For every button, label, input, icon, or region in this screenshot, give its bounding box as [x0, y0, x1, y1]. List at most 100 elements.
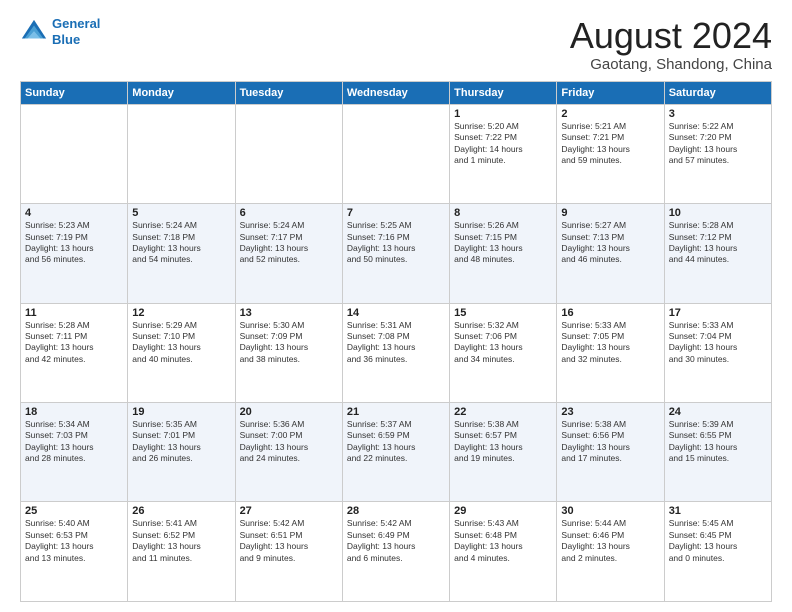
day-cell — [21, 104, 128, 203]
day-info: Sunrise: 5:45 AM Sunset: 6:45 PM Dayligh… — [669, 518, 767, 564]
col-header-monday: Monday — [128, 81, 235, 104]
day-info: Sunrise: 5:21 AM Sunset: 7:21 PM Dayligh… — [561, 121, 659, 167]
week-row-5: 25Sunrise: 5:40 AM Sunset: 6:53 PM Dayli… — [21, 502, 772, 602]
day-number: 28 — [347, 505, 445, 517]
day-number: 16 — [561, 307, 659, 319]
col-header-wednesday: Wednesday — [342, 81, 449, 104]
logo-text: General Blue — [52, 16, 100, 47]
day-cell: 28Sunrise: 5:42 AM Sunset: 6:49 PM Dayli… — [342, 502, 449, 602]
day-info: Sunrise: 5:40 AM Sunset: 6:53 PM Dayligh… — [25, 518, 123, 564]
day-number: 18 — [25, 406, 123, 418]
day-number: 30 — [561, 505, 659, 517]
day-info: Sunrise: 5:24 AM Sunset: 7:18 PM Dayligh… — [132, 220, 230, 266]
week-row-1: 1Sunrise: 5:20 AM Sunset: 7:22 PM Daylig… — [21, 104, 772, 203]
day-number: 10 — [669, 207, 767, 219]
col-header-sunday: Sunday — [21, 81, 128, 104]
day-info: Sunrise: 5:38 AM Sunset: 6:57 PM Dayligh… — [454, 419, 552, 465]
day-cell: 23Sunrise: 5:38 AM Sunset: 6:56 PM Dayli… — [557, 403, 664, 502]
day-cell: 12Sunrise: 5:29 AM Sunset: 7:10 PM Dayli… — [128, 303, 235, 402]
day-cell: 29Sunrise: 5:43 AM Sunset: 6:48 PM Dayli… — [450, 502, 557, 602]
day-cell — [342, 104, 449, 203]
day-cell: 20Sunrise: 5:36 AM Sunset: 7:00 PM Dayli… — [235, 403, 342, 502]
day-cell: 22Sunrise: 5:38 AM Sunset: 6:57 PM Dayli… — [450, 403, 557, 502]
day-number: 20 — [240, 406, 338, 418]
day-number: 29 — [454, 505, 552, 517]
day-number: 11 — [25, 307, 123, 319]
day-number: 3 — [669, 108, 767, 120]
day-number: 9 — [561, 207, 659, 219]
day-info: Sunrise: 5:37 AM Sunset: 6:59 PM Dayligh… — [347, 419, 445, 465]
day-cell: 10Sunrise: 5:28 AM Sunset: 7:12 PM Dayli… — [664, 204, 771, 303]
day-number: 15 — [454, 307, 552, 319]
day-info: Sunrise: 5:28 AM Sunset: 7:12 PM Dayligh… — [669, 220, 767, 266]
day-number: 12 — [132, 307, 230, 319]
title-block: August 2024 Gaotang, Shandong, China — [570, 16, 772, 73]
day-number: 1 — [454, 108, 552, 120]
day-number: 14 — [347, 307, 445, 319]
day-cell: 25Sunrise: 5:40 AM Sunset: 6:53 PM Dayli… — [21, 502, 128, 602]
calendar-table: SundayMondayTuesdayWednesdayThursdayFrid… — [20, 81, 772, 602]
day-number: 5 — [132, 207, 230, 219]
day-cell: 19Sunrise: 5:35 AM Sunset: 7:01 PM Dayli… — [128, 403, 235, 502]
week-row-3: 11Sunrise: 5:28 AM Sunset: 7:11 PM Dayli… — [21, 303, 772, 402]
day-number: 7 — [347, 207, 445, 219]
day-number: 31 — [669, 505, 767, 517]
header: General Blue August 2024 Gaotang, Shando… — [20, 16, 772, 73]
day-number: 24 — [669, 406, 767, 418]
day-number: 2 — [561, 108, 659, 120]
logo: General Blue — [20, 16, 100, 47]
day-info: Sunrise: 5:42 AM Sunset: 6:49 PM Dayligh… — [347, 518, 445, 564]
day-cell: 17Sunrise: 5:33 AM Sunset: 7:04 PM Dayli… — [664, 303, 771, 402]
day-info: Sunrise: 5:24 AM Sunset: 7:17 PM Dayligh… — [240, 220, 338, 266]
day-info: Sunrise: 5:44 AM Sunset: 6:46 PM Dayligh… — [561, 518, 659, 564]
day-info: Sunrise: 5:26 AM Sunset: 7:15 PM Dayligh… — [454, 220, 552, 266]
day-cell: 4Sunrise: 5:23 AM Sunset: 7:19 PM Daylig… — [21, 204, 128, 303]
day-cell: 18Sunrise: 5:34 AM Sunset: 7:03 PM Dayli… — [21, 403, 128, 502]
day-cell: 5Sunrise: 5:24 AM Sunset: 7:18 PM Daylig… — [128, 204, 235, 303]
day-cell: 11Sunrise: 5:28 AM Sunset: 7:11 PM Dayli… — [21, 303, 128, 402]
col-header-friday: Friday — [557, 81, 664, 104]
day-number: 8 — [454, 207, 552, 219]
day-number: 6 — [240, 207, 338, 219]
day-info: Sunrise: 5:22 AM Sunset: 7:20 PM Dayligh… — [669, 121, 767, 167]
col-header-thursday: Thursday — [450, 81, 557, 104]
day-info: Sunrise: 5:36 AM Sunset: 7:00 PM Dayligh… — [240, 419, 338, 465]
week-row-4: 18Sunrise: 5:34 AM Sunset: 7:03 PM Dayli… — [21, 403, 772, 502]
day-cell: 9Sunrise: 5:27 AM Sunset: 7:13 PM Daylig… — [557, 204, 664, 303]
day-cell: 14Sunrise: 5:31 AM Sunset: 7:08 PM Dayli… — [342, 303, 449, 402]
day-number: 13 — [240, 307, 338, 319]
day-cell: 21Sunrise: 5:37 AM Sunset: 6:59 PM Dayli… — [342, 403, 449, 502]
day-info: Sunrise: 5:29 AM Sunset: 7:10 PM Dayligh… — [132, 320, 230, 366]
header-row: SundayMondayTuesdayWednesdayThursdayFrid… — [21, 81, 772, 104]
day-cell: 16Sunrise: 5:33 AM Sunset: 7:05 PM Dayli… — [557, 303, 664, 402]
logo-line2: Blue — [52, 32, 80, 47]
day-number: 27 — [240, 505, 338, 517]
day-number: 21 — [347, 406, 445, 418]
day-number: 22 — [454, 406, 552, 418]
day-cell: 26Sunrise: 5:41 AM Sunset: 6:52 PM Dayli… — [128, 502, 235, 602]
day-info: Sunrise: 5:33 AM Sunset: 7:05 PM Dayligh… — [561, 320, 659, 366]
day-info: Sunrise: 5:33 AM Sunset: 7:04 PM Dayligh… — [669, 320, 767, 366]
day-number: 19 — [132, 406, 230, 418]
day-cell: 15Sunrise: 5:32 AM Sunset: 7:06 PM Dayli… — [450, 303, 557, 402]
day-info: Sunrise: 5:38 AM Sunset: 6:56 PM Dayligh… — [561, 419, 659, 465]
day-info: Sunrise: 5:32 AM Sunset: 7:06 PM Dayligh… — [454, 320, 552, 366]
logo-line1: General — [52, 16, 100, 31]
day-cell: 3Sunrise: 5:22 AM Sunset: 7:20 PM Daylig… — [664, 104, 771, 203]
week-row-2: 4Sunrise: 5:23 AM Sunset: 7:19 PM Daylig… — [21, 204, 772, 303]
day-number: 17 — [669, 307, 767, 319]
day-cell: 13Sunrise: 5:30 AM Sunset: 7:09 PM Dayli… — [235, 303, 342, 402]
location: Gaotang, Shandong, China — [570, 56, 772, 73]
day-cell: 1Sunrise: 5:20 AM Sunset: 7:22 PM Daylig… — [450, 104, 557, 203]
day-info: Sunrise: 5:42 AM Sunset: 6:51 PM Dayligh… — [240, 518, 338, 564]
col-header-tuesday: Tuesday — [235, 81, 342, 104]
day-info: Sunrise: 5:25 AM Sunset: 7:16 PM Dayligh… — [347, 220, 445, 266]
day-cell: 27Sunrise: 5:42 AM Sunset: 6:51 PM Dayli… — [235, 502, 342, 602]
day-cell: 8Sunrise: 5:26 AM Sunset: 7:15 PM Daylig… — [450, 204, 557, 303]
day-info: Sunrise: 5:43 AM Sunset: 6:48 PM Dayligh… — [454, 518, 552, 564]
day-cell — [128, 104, 235, 203]
day-cell: 30Sunrise: 5:44 AM Sunset: 6:46 PM Dayli… — [557, 502, 664, 602]
day-cell: 31Sunrise: 5:45 AM Sunset: 6:45 PM Dayli… — [664, 502, 771, 602]
day-info: Sunrise: 5:41 AM Sunset: 6:52 PM Dayligh… — [132, 518, 230, 564]
day-info: Sunrise: 5:31 AM Sunset: 7:08 PM Dayligh… — [347, 320, 445, 366]
